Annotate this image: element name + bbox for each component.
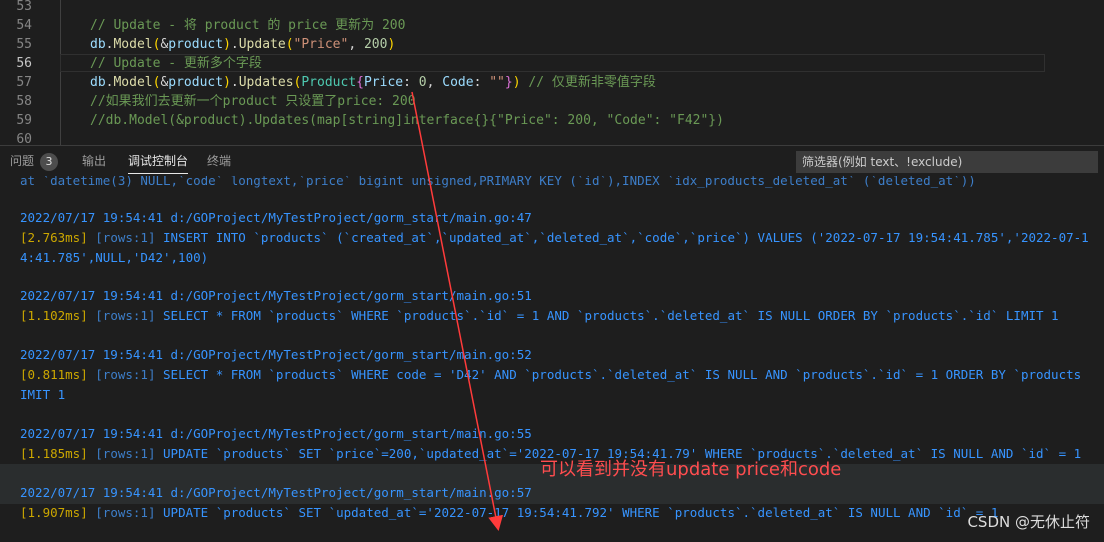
log-sql-line: [2.763ms] [rows:1] INSERT INTO `products… (20, 228, 1089, 247)
tab-problems-label: 问题 (10, 154, 35, 168)
line-number: 57 (16, 75, 32, 90)
code-token: , (348, 37, 364, 52)
code-text: db.Model(&product).Update("Price", 200) (90, 35, 395, 54)
code-token: product (168, 37, 224, 52)
code-token: db (90, 75, 106, 90)
code-token: Model (113, 75, 153, 90)
code-token: . (230, 37, 239, 52)
code-line[interactable]: 59 //db.Model(&product).Updates(map[strin… (0, 111, 1104, 130)
code-editor[interactable]: 53 54 // Update - 将 product 的 price 更新为 20… (0, 0, 1104, 145)
code-line[interactable]: 53 (0, 0, 1104, 16)
line-number: 53 (16, 0, 32, 14)
console-filter-input[interactable] (796, 151, 1098, 173)
tab-terminal[interactable]: 终端 (207, 146, 231, 177)
log-header: 2022/07/17 19:54:41 d:/GOProject/MyTestP… (20, 347, 532, 362)
code-line[interactable]: 56 // Update - 更新多个字段 (0, 54, 1104, 73)
code-token: ( (285, 37, 294, 52)
code-token: "Price" (293, 37, 349, 52)
log-rows: [rows:1] (95, 308, 156, 323)
log-sql-wrap: IMIT 1 (20, 387, 66, 402)
code-line[interactable]: 57 db.Model(&product).Updates(Product{Pri… (0, 73, 1104, 92)
code-token: } (504, 75, 513, 90)
log-rows: [rows:1] (95, 367, 156, 382)
code-text: //如果我们去更新一个product 只设置了price: 200 (90, 92, 416, 111)
log-rows: [rows:1] (95, 505, 156, 520)
tab-debug-console[interactable]: 调试控制台 (128, 146, 189, 177)
tab-terminal-label: 终端 (207, 154, 232, 168)
code-token: ) (223, 37, 231, 52)
line-number: 59 (16, 113, 32, 128)
code-text: // Update - 更新多个字段 (90, 54, 262, 73)
code-token: Price (363, 75, 404, 90)
code-text: //db.Model(&product).Updates(map[string]… (90, 111, 724, 130)
tab-output[interactable]: 输出 (82, 146, 106, 177)
log-duration: [0.811ms] (20, 367, 88, 382)
log-duration: [1.185ms] (20, 446, 88, 461)
log-sql: INSERT INTO `products` (`created_at`,`up… (163, 230, 1089, 245)
code-token: //如果我们去更新一个product 只设置了price: 200 (90, 94, 416, 109)
log-rows: [rows:1] (95, 230, 156, 245)
problems-count-badge: 3 (40, 153, 59, 171)
debug-console-output[interactable]: at `datetime(3) NULL,`code` longtext,`pr… (0, 176, 1104, 542)
line-number: 55 (16, 37, 32, 52)
log-sql-line: [0.811ms] [rows:1] SELECT * FROM `produc… (20, 365, 1081, 384)
code-text: db.Model(&product).Updates(Product{Price… (90, 73, 656, 92)
log-header: 2022/07/17 19:54:41 d:/GOProject/MyTestP… (20, 485, 532, 500)
tab-debug-console-label: 调试控制台 (128, 154, 189, 168)
log-sql: UPDATE `products` SET `updated_at`='2022… (163, 505, 999, 520)
watermark: CSDN @无休止符 (967, 513, 1090, 531)
code-line[interactable]: 58 //如果我们去更新一个product 只设置了price: 200 (0, 92, 1104, 111)
annotation-text: 可以看到并没有update price和code (540, 459, 842, 480)
code-token: : (403, 75, 419, 90)
log-sql-wrap: 4:41.785',NULL,'D42',100) (20, 250, 209, 265)
code-token: 0 (418, 75, 427, 90)
line-number: 54 (16, 18, 32, 33)
code-token: ) (223, 75, 231, 90)
code-token: db (90, 37, 106, 52)
code-token: "" (489, 75, 505, 90)
log-duration: [1.907ms] (20, 505, 88, 520)
line-number: 58 (16, 94, 32, 109)
code-token: ) (387, 37, 396, 52)
code-token: Code (442, 75, 474, 90)
log-sql: SELECT * FROM `products` WHERE code = 'D… (163, 367, 1082, 382)
code-token: ) (512, 75, 521, 90)
code-token: . (230, 75, 239, 90)
panel-tab-bar: 问题 3 输出 调试控制台 终端 (0, 145, 1104, 177)
log-sql-line: [1.907ms] [rows:1] UPDATE `products` SET… (20, 503, 998, 522)
code-line[interactable]: 54 // Update - 将 product 的 price 更新为 200 (0, 16, 1104, 35)
code-token: Model (113, 37, 153, 52)
log-header: 2022/07/17 19:54:41 d:/GOProject/MyTestP… (20, 210, 532, 225)
log-header: 2022/07/17 19:54:41 d:/GOProject/MyTestP… (20, 288, 532, 303)
log-duration: [1.102ms] (20, 308, 88, 323)
code-token: { (356, 75, 364, 90)
tab-problems[interactable]: 问题 3 (10, 146, 59, 177)
code-token: , (426, 75, 443, 90)
log-sql-line: [1.102ms] [rows:1] SELECT * FROM `produc… (20, 306, 1059, 325)
log-duration: [2.763ms] (20, 230, 88, 245)
tab-output-label: 输出 (82, 154, 107, 168)
console-truncated-line: at `datetime(3) NULL,`code` longtext,`pr… (20, 176, 976, 188)
code-token: : (473, 75, 490, 90)
code-token: //db.Model(&product).Updates(map[string]… (90, 113, 724, 128)
code-token: Updates (238, 75, 294, 90)
code-token: Product (301, 75, 357, 90)
code-token: product (168, 75, 224, 90)
code-token: // Update - 将 product 的 price 更新为 200 (90, 18, 406, 33)
log-rows: [rows:1] (95, 446, 156, 461)
line-number: 60 (16, 132, 32, 145)
log-sql: SELECT * FROM `products` WHERE `products… (163, 308, 1059, 323)
code-text: // Update - 将 product 的 price 更新为 200 (90, 16, 405, 35)
code-token: // 仅更新非零值字段 (520, 75, 656, 90)
line-number: 56 (16, 56, 32, 71)
code-line[interactable]: 60 (0, 130, 1104, 145)
code-token: Update (238, 37, 286, 52)
log-header: 2022/07/17 19:54:41 d:/GOProject/MyTestP… (20, 426, 532, 441)
code-token: // Update - 更新多个字段 (90, 56, 262, 71)
code-token: 200 (363, 37, 388, 52)
code-line[interactable]: 55 db.Model(&product).Update("Price", 200… (0, 35, 1104, 54)
